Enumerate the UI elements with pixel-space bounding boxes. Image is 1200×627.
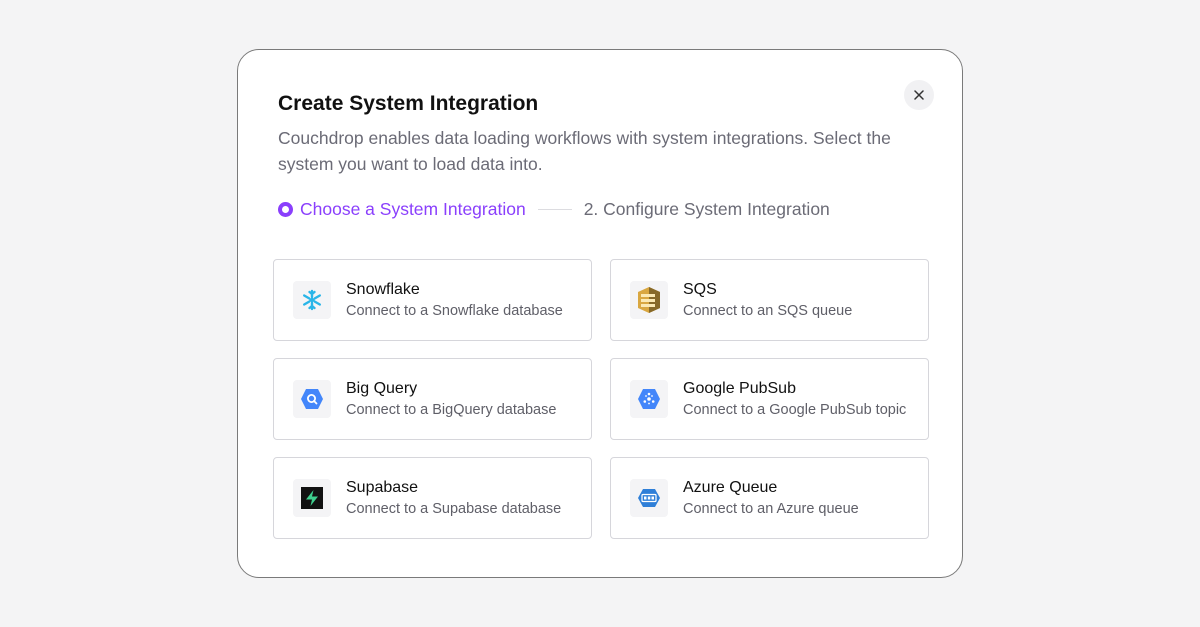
integration-card-supabase[interactable]: Supabase Connect to a Supabase database (273, 457, 592, 539)
stepper: Choose a System Integration 2. Configure… (278, 197, 830, 221)
azure-queue-icon (630, 479, 668, 517)
integration-grid: Snowflake Connect to a Snowflake databas… (273, 259, 929, 539)
integration-subtitle: Connect to an SQS queue (683, 302, 853, 319)
close-icon (914, 90, 924, 100)
modal-title: Create System Integration (278, 92, 539, 115)
integration-card-google-pubsub[interactable]: Google PubSub Connect to a Google PubSub… (610, 358, 929, 440)
integration-subtitle: Connect to a BigQuery database (346, 401, 557, 418)
integration-card-azure-queue[interactable]: Azure Queue Connect to an Azure queue (610, 457, 929, 539)
supabase-icon (293, 479, 331, 517)
step-divider (537, 208, 572, 210)
create-integration-modal: Create System Integration Couchdrop enab… (237, 49, 963, 578)
sqs-icon (630, 281, 668, 319)
integration-title: Big Query (346, 379, 418, 397)
integration-title: Supabase (346, 478, 419, 496)
bigquery-icon (293, 380, 331, 418)
integration-card-bigquery[interactable]: Big Query Connect to a BigQuery database (273, 358, 592, 440)
integration-subtitle: Connect to an Azure queue (683, 500, 859, 517)
active-step-indicator (278, 201, 293, 217)
integration-title: Azure Queue (683, 478, 778, 496)
integration-title: Google PubSub (683, 379, 796, 397)
step-choose-integration[interactable]: Choose a System Integration (278, 199, 526, 220)
integration-subtitle: Connect to a Google PubSub topic (683, 401, 907, 418)
snowflake-icon (293, 281, 331, 319)
integration-card-snowflake[interactable]: Snowflake Connect to a Snowflake databas… (273, 259, 592, 341)
modal-description: Couchdrop enables data loading workflows… (278, 128, 891, 174)
pubsub-icon (630, 380, 668, 418)
step-configure-integration[interactable]: 2. Configure System Integration (584, 199, 830, 220)
integration-card-sqs[interactable]: SQS Connect to an SQS queue (610, 259, 929, 341)
integration-title: Snowflake (346, 280, 420, 298)
integration-subtitle: Connect to a Supabase database (346, 500, 562, 517)
step-choose-label: Choose a System Integration (300, 198, 526, 219)
close-button[interactable] (904, 80, 934, 110)
integration-subtitle: Connect to a Snowflake database (346, 302, 563, 319)
integration-title: SQS (683, 280, 717, 298)
